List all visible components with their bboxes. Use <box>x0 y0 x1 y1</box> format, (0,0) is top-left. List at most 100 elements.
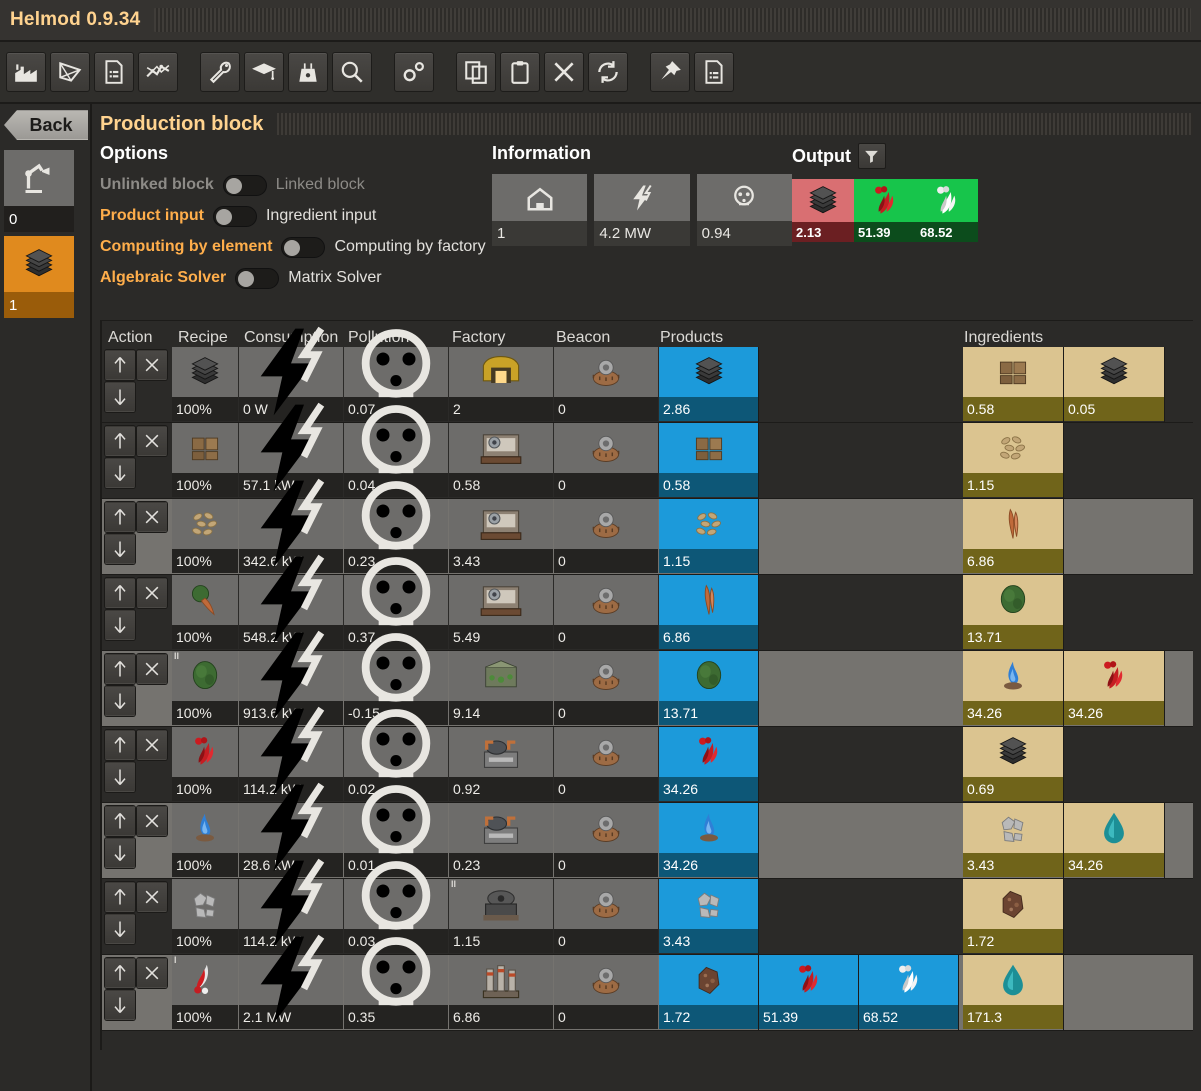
window-drag-handle[interactable] <box>154 8 1191 32</box>
output-steel-plate[interactable]: 2.13 <box>792 179 854 242</box>
cell-recipe[interactable]: 100% <box>172 879 238 954</box>
move-down-button[interactable] <box>105 458 135 488</box>
move-down-button[interactable] <box>105 686 135 716</box>
cell-factory[interactable]: 9.14 <box>449 651 553 726</box>
copy-icon[interactable] <box>456 52 496 92</box>
back-button[interactable]: Back <box>4 110 88 140</box>
cell-factory[interactable]: II 1.15 <box>449 879 553 954</box>
move-down-button[interactable] <box>105 534 135 564</box>
cell-beacon[interactable]: 0 <box>554 347 658 422</box>
cell-beacon[interactable]: 0 <box>554 423 658 498</box>
cell-recipe[interactable]: 100% <box>172 423 238 498</box>
refresh-icon[interactable] <box>588 52 628 92</box>
remove-button[interactable] <box>137 502 167 532</box>
ingredient-cell[interactable]: 0.69 <box>963 727 1064 802</box>
gears-icon[interactable] <box>394 52 434 92</box>
remove-button[interactable] <box>137 654 167 684</box>
cell-beacon[interactable]: 0 <box>554 879 658 954</box>
table-row[interactable]: I 100% 2.1 MW 0.35 6.86 0 1.72 51.39 68.… <box>102 934 1193 1031</box>
clipboard-icon[interactable] <box>500 52 540 92</box>
ingredient-cell[interactable]: 171.3 <box>963 955 1064 1030</box>
remove-button[interactable] <box>137 350 167 380</box>
cell-recipe[interactable]: I 100% <box>172 955 238 1030</box>
graduation-cap-icon[interactable] <box>244 52 284 92</box>
option-toggle[interactable] <box>222 174 267 196</box>
remove-button[interactable] <box>137 806 167 836</box>
remove-button[interactable] <box>137 958 167 988</box>
ingredient-cell[interactable]: 34.26 <box>963 651 1064 726</box>
product-cell[interactable]: 68.52 <box>859 955 959 1030</box>
product-cell[interactable]: 1.15 <box>659 499 759 574</box>
wrench-icon[interactable] <box>200 52 240 92</box>
cell-beacon[interactable]: 0 <box>554 727 658 802</box>
factory-icon[interactable] <box>6 52 46 92</box>
cell-recipe[interactable]: 100% <box>172 499 238 574</box>
ingredient-cell[interactable]: 3.43 <box>963 803 1064 878</box>
product-cell[interactable]: 34.26 <box>659 727 759 802</box>
move-down-button[interactable] <box>105 762 135 792</box>
magnifier-icon[interactable] <box>332 52 372 92</box>
product-cell[interactable]: 0.58 <box>659 423 759 498</box>
move-up-button[interactable] <box>105 350 135 380</box>
cell-beacon[interactable]: 0 <box>554 803 658 878</box>
ingredient-cell[interactable]: 34.26 <box>1064 803 1165 878</box>
cell-beacon[interactable]: 0 <box>554 955 658 1030</box>
cell-beacon[interactable]: 0 <box>554 499 658 574</box>
product-cell[interactable]: 1.72 <box>659 955 759 1030</box>
remove-button[interactable] <box>137 730 167 760</box>
remove-button[interactable] <box>137 882 167 912</box>
option-toggle[interactable] <box>212 205 257 227</box>
move-down-button[interactable] <box>105 382 135 412</box>
move-up-button[interactable] <box>105 730 135 760</box>
cell-recipe[interactable]: II 100% <box>172 651 238 726</box>
ingredient-cell[interactable]: 13.71 <box>963 575 1064 650</box>
ingredient-cell[interactable]: 6.86 <box>963 499 1064 574</box>
cell-beacon[interactable]: 0 <box>554 651 658 726</box>
cell-recipe[interactable]: 100% <box>172 727 238 802</box>
cell-recipe[interactable]: 100% <box>172 803 238 878</box>
panel-drag-handle[interactable] <box>277 113 1193 135</box>
product-cell[interactable]: 2.86 <box>659 347 759 422</box>
ingredient-cell[interactable]: 34.26 <box>1064 651 1165 726</box>
cell-recipe[interactable]: 100% <box>172 347 238 422</box>
cell-factory[interactable]: 2 <box>449 347 553 422</box>
move-down-button[interactable] <box>105 610 135 640</box>
product-cell[interactable]: 34.26 <box>659 803 759 878</box>
document-icon[interactable] <box>94 52 134 92</box>
close-x-icon[interactable] <box>544 52 584 92</box>
ingredient-cell[interactable]: 1.15 <box>963 423 1064 498</box>
ingredient-cell[interactable]: 0.58 <box>963 347 1064 422</box>
remove-button[interactable] <box>137 578 167 608</box>
move-up-button[interactable] <box>105 502 135 532</box>
cell-factory[interactable]: 3.43 <box>449 499 553 574</box>
filter-funnel-icon[interactable] <box>857 143 886 169</box>
remove-button[interactable] <box>137 426 167 456</box>
ingredient-cell[interactable]: 0.05 <box>1064 347 1165 422</box>
cell-consumption[interactable]: 2.1 MW <box>239 934 343 1030</box>
output-white-smoke[interactable]: 68.52 <box>916 179 978 242</box>
cell-recipe[interactable]: 100% <box>172 575 238 650</box>
move-down-button[interactable] <box>105 838 135 868</box>
polygon-graph-icon[interactable] <box>50 52 90 92</box>
move-down-button[interactable] <box>105 914 135 944</box>
statistics-icon[interactable] <box>138 52 178 92</box>
cell-factory[interactable]: 6.86 <box>449 955 553 1030</box>
document-list-icon[interactable] <box>694 52 734 92</box>
move-down-button[interactable] <box>105 990 135 1020</box>
product-cell[interactable]: 6.86 <box>659 575 759 650</box>
option-toggle[interactable] <box>281 236 326 258</box>
block-root[interactable]: 0 <box>4 150 74 232</box>
product-cell[interactable]: 51.39 <box>759 955 859 1030</box>
power-plant-icon[interactable] <box>288 52 328 92</box>
pin-icon[interactable] <box>650 52 690 92</box>
move-up-button[interactable] <box>105 654 135 684</box>
product-cell[interactable]: 13.71 <box>659 651 759 726</box>
move-up-button[interactable] <box>105 958 135 988</box>
product-cell[interactable]: 3.43 <box>659 879 759 954</box>
block-production[interactable]: 1 <box>4 236 74 318</box>
cell-pollution[interactable]: 0.35 <box>344 937 448 1030</box>
move-up-button[interactable] <box>105 426 135 456</box>
ingredient-cell[interactable]: 1.72 <box>963 879 1064 954</box>
output-red-smoke[interactable]: 51.39 <box>854 179 916 242</box>
cell-factory[interactable]: 0.23 <box>449 803 553 878</box>
